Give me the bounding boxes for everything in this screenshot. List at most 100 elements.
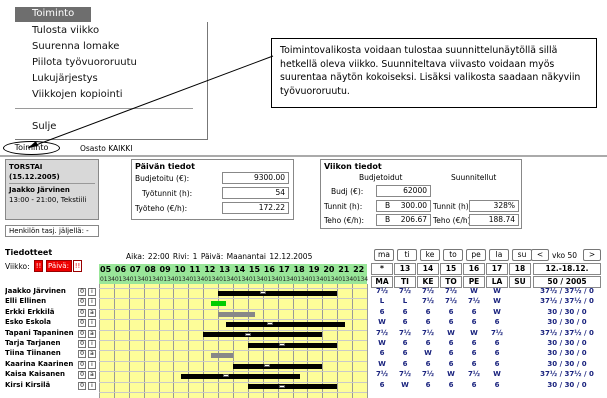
employee-flag-2[interactable]: i bbox=[88, 298, 96, 307]
employee-flag-1[interactable]: 0 bbox=[78, 288, 86, 296]
week-shift-cell[interactable]: 6 bbox=[371, 349, 393, 357]
week-shift-cell[interactable]: 6 bbox=[417, 360, 439, 368]
employee-flag-1[interactable]: 0 bbox=[78, 371, 86, 380]
employee-flag-2[interactable]: a bbox=[88, 371, 96, 380]
viikko-notice-button[interactable]: !! bbox=[34, 260, 43, 272]
week-shift-cell[interactable]: W bbox=[486, 297, 508, 305]
employee-name[interactable]: Kaarina Kaarinen bbox=[5, 360, 75, 368]
employee-name[interactable]: Tapani Tapaninen bbox=[5, 329, 75, 337]
week-shift-cell[interactable]: 7½ bbox=[417, 287, 439, 295]
employee-flag-2[interactable]: i bbox=[88, 381, 96, 390]
week-shift-cell[interactable]: 7½ bbox=[371, 287, 393, 295]
employee-flag-1[interactable]: 0 bbox=[78, 381, 86, 390]
suunnitellut-tunnit-field[interactable]: 328% bbox=[469, 200, 519, 212]
prev-week-button[interactable]: < bbox=[531, 249, 549, 261]
employee-name[interactable]: Esko Eskola bbox=[5, 318, 75, 326]
week-shift-cell[interactable]: 6 bbox=[417, 381, 439, 389]
week-shift-cell[interactable]: 6 bbox=[486, 318, 508, 326]
teho-field[interactable]: B 206.67 bbox=[376, 214, 431, 226]
employee-flag-2[interactable]: a bbox=[88, 329, 96, 338]
week-shift-cell[interactable]: 7½ bbox=[394, 370, 416, 378]
week-shift-cell[interactable]: 7½ bbox=[463, 370, 485, 378]
week-shift-cell[interactable]: 7½ bbox=[394, 287, 416, 295]
week-shift-cell[interactable]: W bbox=[463, 329, 485, 337]
shift-bar-grey[interactable] bbox=[218, 311, 256, 317]
tyotunnit-field[interactable]: 54 bbox=[222, 187, 289, 199]
employee-flag-1[interactable]: 0 bbox=[78, 329, 86, 338]
week-shift-cell[interactable]: L bbox=[394, 297, 416, 305]
employee-flag-1[interactable]: 0 bbox=[78, 308, 86, 317]
week-shift-cell[interactable]: 6 bbox=[394, 308, 416, 316]
week-shift-cell[interactable]: 6 bbox=[486, 339, 508, 347]
week-shift-cell[interactable]: 6 bbox=[394, 339, 416, 347]
week-shift-cell[interactable]: 7½ bbox=[417, 297, 439, 305]
week-shift-cell[interactable]: 6 bbox=[463, 360, 485, 368]
employee-flag-1[interactable]: 0 bbox=[78, 319, 86, 328]
toiminto-menu-button[interactable]: Toiminto bbox=[3, 141, 60, 155]
week-shift-cell[interactable]: 7½ bbox=[463, 297, 485, 305]
employee-name[interactable]: Tiina Tiinanen bbox=[5, 349, 75, 357]
week-shift-cell[interactable]: 6 bbox=[440, 308, 462, 316]
employee-flag-2[interactable]: i bbox=[88, 319, 96, 328]
week-shift-cell[interactable]: W bbox=[463, 287, 485, 295]
week-shift-cell[interactable]: 7½ bbox=[371, 329, 393, 337]
shift-bar[interactable] bbox=[203, 332, 323, 338]
employee-name[interactable]: Erkki Erkkilä bbox=[5, 308, 75, 316]
week-shift-cell[interactable]: W bbox=[371, 339, 393, 347]
week-shift-cell[interactable]: 7½ bbox=[440, 297, 462, 305]
day-button-pe[interactable]: pe bbox=[466, 249, 486, 261]
budjetoitu-field[interactable]: 9300.00 bbox=[222, 172, 289, 184]
week-shift-cell[interactable]: W bbox=[371, 318, 393, 326]
employee-flag-2[interactable]: a bbox=[88, 350, 96, 359]
employee-flag-1[interactable]: 0 bbox=[78, 350, 86, 359]
employee-flag-2[interactable]: a bbox=[88, 308, 96, 317]
shift-bar[interactable] bbox=[247, 384, 338, 390]
week-shift-cell[interactable]: 6 bbox=[440, 339, 462, 347]
week-shift-cell[interactable]: 6 bbox=[417, 318, 439, 326]
week-shift-cell[interactable]: 6 bbox=[371, 381, 393, 389]
week-shift-cell[interactable]: W bbox=[394, 381, 416, 389]
tyoteho-field[interactable]: 172.22 bbox=[222, 202, 289, 214]
week-shift-cell[interactable]: 6 bbox=[463, 339, 485, 347]
day-button-la[interactable]: la bbox=[489, 249, 509, 261]
shift-bar-grey[interactable] bbox=[210, 353, 233, 359]
employee-flag-1[interactable]: 0 bbox=[78, 340, 86, 348]
shift-bar[interactable] bbox=[233, 363, 323, 369]
shift-bar[interactable] bbox=[247, 342, 338, 348]
employee-name[interactable]: Tarja Tarjanen bbox=[5, 339, 75, 347]
week-shift-cell[interactable]: W bbox=[440, 329, 462, 337]
week-shift-cell[interactable]: L bbox=[371, 297, 393, 305]
day-button-ke[interactable]: ke bbox=[420, 249, 440, 261]
budj-field[interactable]: 62000 bbox=[376, 185, 431, 197]
day-button-su[interactable]: su bbox=[512, 249, 532, 261]
week-shift-cell[interactable]: 7½ bbox=[417, 329, 439, 337]
employee-name[interactable]: Elli Ellinen bbox=[5, 297, 75, 305]
employee-flag-2[interactable]: i bbox=[88, 340, 96, 348]
week-shift-cell[interactable]: 6 bbox=[440, 381, 462, 389]
week-shift-cell[interactable]: 7½ bbox=[440, 287, 462, 295]
week-shift-cell[interactable]: 6 bbox=[417, 339, 439, 347]
week-shift-cell[interactable]: 6 bbox=[463, 318, 485, 326]
week-shift-cell[interactable]: 6 bbox=[486, 360, 508, 368]
employee-name[interactable]: Kirsi Kirsilä bbox=[5, 381, 75, 389]
shift-bar[interactable] bbox=[180, 373, 300, 379]
week-shift-cell[interactable]: 6 bbox=[440, 318, 462, 326]
next-week-button[interactable]: > bbox=[583, 249, 601, 261]
week-shift-cell[interactable]: 6 bbox=[463, 308, 485, 316]
shift-bar-green[interactable] bbox=[210, 301, 226, 307]
week-shift-cell[interactable]: 7½ bbox=[394, 329, 416, 337]
week-shift-cell[interactable]: 6 bbox=[394, 349, 416, 357]
week-shift-cell[interactable]: 7½ bbox=[486, 329, 508, 337]
tunnit-field[interactable]: B 300.00 bbox=[376, 200, 431, 212]
week-shift-cell[interactable]: 6 bbox=[440, 360, 462, 368]
employee-name[interactable]: Jaakko Järvinen bbox=[5, 287, 75, 295]
day-button-to[interactable]: to bbox=[443, 249, 463, 261]
shift-bar[interactable] bbox=[218, 290, 338, 296]
employee-flag-2[interactable]: i bbox=[88, 288, 96, 296]
week-shift-cell[interactable]: 7½ bbox=[417, 370, 439, 378]
week-shift-cell[interactable]: 6 bbox=[394, 360, 416, 368]
week-shift-cell[interactable]: W bbox=[440, 370, 462, 378]
day-button-ti[interactable]: ti bbox=[397, 249, 417, 261]
employee-name[interactable]: Kaisa Kaisanen bbox=[5, 370, 75, 378]
employee-flag-1[interactable]: 0 bbox=[78, 298, 86, 307]
